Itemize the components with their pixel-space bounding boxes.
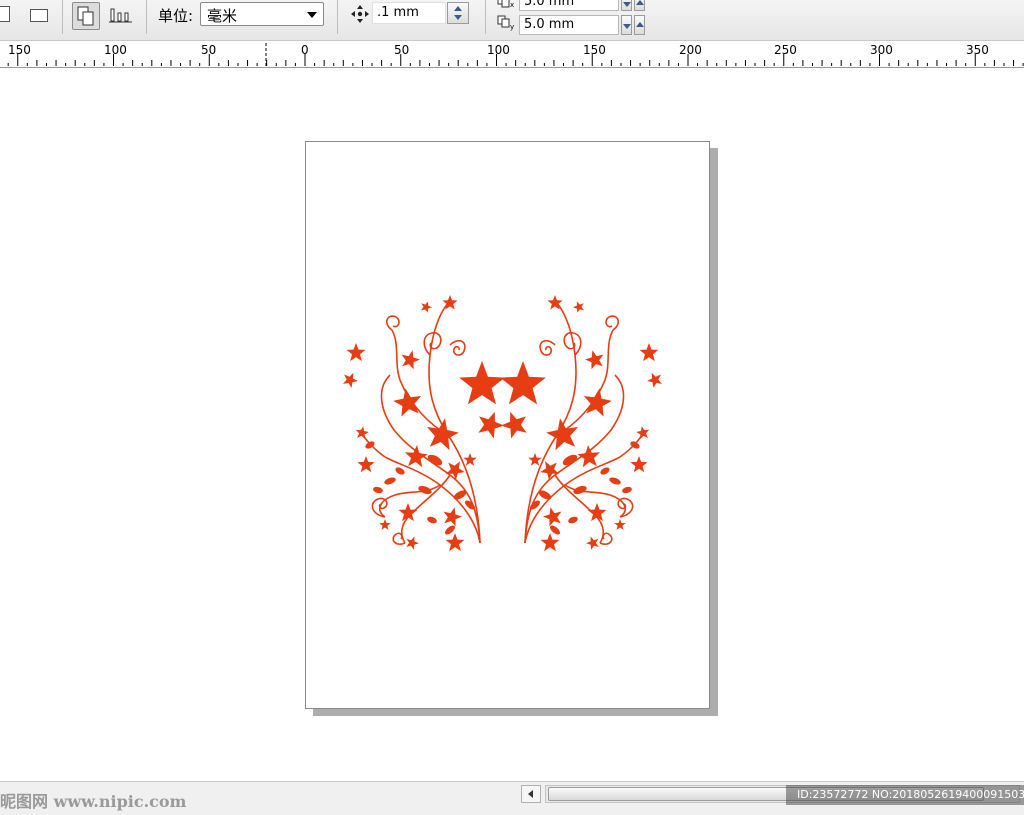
align-bars-icon — [109, 8, 132, 23]
nudge-distance-field[interactable]: .1 mm — [372, 2, 446, 24]
nudge-distance-value: .1 mm — [377, 5, 419, 20]
arrow-up-icon — [636, 22, 644, 27]
flower-shape — [379, 519, 391, 530]
flower-shape — [463, 453, 477, 466]
leaf-shape — [384, 477, 396, 485]
watermark-logo: 昵图网 www.nipic.com — [0, 792, 187, 811]
ornament-right-half — [499, 294, 663, 552]
bottom-bar: 昵图网 www.nipic.com ID:23572772 NO:2018052… — [0, 781, 1024, 815]
flower-shape — [357, 456, 375, 473]
toolbar-separator — [62, 0, 63, 34]
nudge-distance-spinner[interactable] — [447, 2, 469, 24]
arrow-up-icon — [454, 6, 462, 11]
flower-shape — [346, 343, 366, 362]
arrow-down-icon — [454, 15, 462, 20]
watermark-id-badge: ID:23572772 NO:20180526194000915039 — [786, 785, 1024, 805]
duplicate-x-value: 5.0 mm — [524, 0, 575, 9]
flower-shape — [355, 426, 369, 440]
arrow-left-icon — [528, 790, 533, 798]
floral-ornament[interactable] — [330, 285, 675, 555]
arrow-down-icon — [623, 24, 631, 29]
flower-shape — [401, 350, 420, 370]
horizontal-ruler[interactable]: 150 100 50 0 50 100 150 200 250 300 350 — [0, 41, 1024, 68]
arrow-down-icon — [623, 2, 631, 7]
flower-shape — [393, 388, 422, 417]
duplicate-x-down[interactable] — [621, 0, 632, 11]
flower-shape — [405, 445, 428, 468]
flower-shape — [421, 301, 432, 313]
svg-text:y: y — [510, 23, 514, 31]
nudge-move-icon — [351, 5, 369, 23]
units-value: 毫米 — [207, 7, 238, 25]
duplicate-y-down[interactable] — [621, 15, 632, 35]
leaf-shape — [418, 485, 432, 495]
flower-shape — [478, 411, 504, 439]
flower-shape — [459, 361, 505, 405]
current-page-button[interactable] — [108, 2, 136, 30]
duplicate-y-field[interactable]: 5.0 mm — [519, 15, 619, 35]
leaf-shape — [427, 516, 437, 524]
flower-shape — [443, 507, 462, 527]
flower-shape — [398, 503, 418, 522]
spiral-curl — [449, 339, 466, 356]
pages-icon — [77, 6, 94, 26]
scroll-left-button[interactable] — [521, 785, 541, 803]
duplicate-x-field[interactable]: 5.0 mm — [519, 0, 619, 11]
units-label: 单位: — [158, 7, 194, 25]
duplicate-x-up[interactable] — [634, 0, 645, 11]
ruler-ticks — [7, 43, 1024, 66]
watermark-id-text: ID:23572772 NO:20180526194000915039 — [797, 788, 1024, 801]
property-bar: 单位: 毫米 .1 mm x 5.0 mm y 5.0 mm — [0, 0, 1024, 41]
duplicate-y-value: 5.0 mm — [524, 17, 575, 32]
spiral-curl — [385, 315, 400, 331]
toolbar-separator — [337, 0, 338, 34]
duplicate-x-icon: x — [497, 0, 514, 9]
ornament-left-half — [343, 295, 505, 552]
leaf-shape — [395, 467, 405, 475]
svg-text:x: x — [510, 1, 514, 9]
flower-shape — [343, 372, 358, 388]
arrow-up-icon — [636, 0, 644, 5]
chevron-down-icon — [307, 12, 317, 18]
leaf-shape — [373, 486, 383, 494]
toolbar-separator — [146, 0, 147, 34]
toolbar-separator — [485, 0, 486, 34]
flower-shape — [406, 536, 419, 550]
all-pages-button[interactable] — [72, 2, 100, 30]
portrait-page-icon[interactable] — [0, 6, 10, 22]
duplicate-y-icon: y — [497, 15, 514, 31]
flower-shape — [445, 533, 465, 552]
duplicate-y-up[interactable] — [634, 15, 645, 35]
landscape-page-icon[interactable] — [30, 9, 48, 22]
units-dropdown[interactable]: 毫米 — [200, 2, 324, 26]
